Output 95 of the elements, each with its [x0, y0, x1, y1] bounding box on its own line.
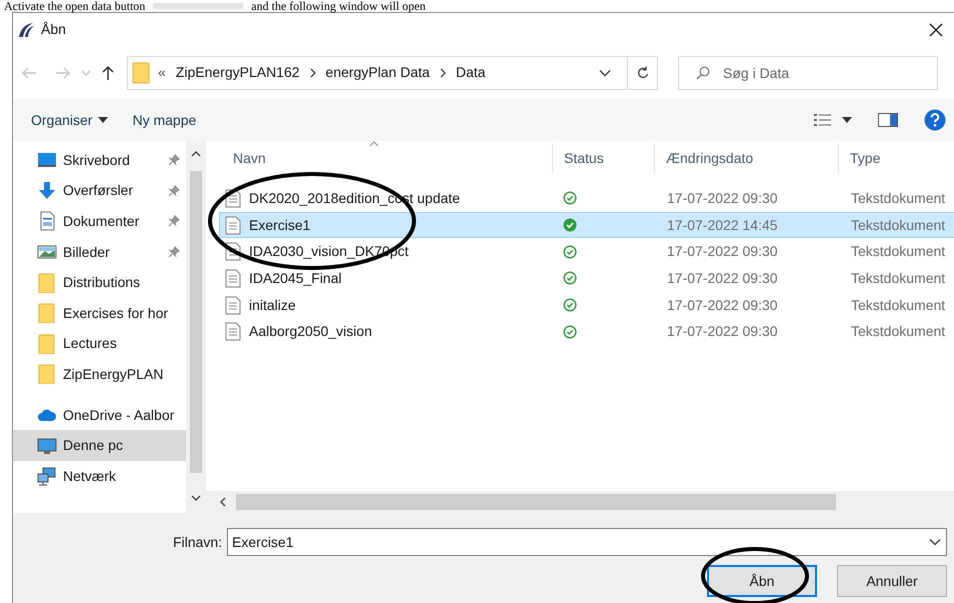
- caret-icon[interactable]: [842, 117, 852, 123]
- text-file-icon: [225, 216, 241, 235]
- breadcrumb-item[interactable]: energyPlan Data: [326, 62, 430, 83]
- text-file-icon: [225, 268, 241, 288]
- filename-field[interactable]: Exercise1: [227, 528, 948, 556]
- sidebar-item[interactable]: Billeder: [13, 236, 186, 268]
- date-cell-text: 17-07-2022 09:30: [666, 322, 779, 342]
- caret-icon: [98, 117, 108, 123]
- sync-check-icon: [563, 218, 577, 232]
- chevron-right-icon[interactable]: [310, 68, 316, 78]
- new-folder-button[interactable]: Ny mappe: [132, 110, 196, 130]
- sidebar-item[interactable]: OneDrive - Aalbor: [13, 400, 186, 430]
- preview-pane-icon[interactable]: [878, 113, 898, 127]
- search-field[interactable]: Søg i Data: [678, 56, 938, 90]
- scroll-left-icon[interactable]: [220, 497, 226, 507]
- scroll-up-icon[interactable]: [191, 151, 201, 157]
- intro-text: Activate the open data button: [4, 0, 146, 12]
- file-row[interactable]: IDA2045_Final 17-07-2022 09:30 Tekstdokument: [219, 265, 954, 292]
- sidebar-item[interactable]: Overførsler: [13, 176, 186, 206]
- sidebar-item[interactable]: ZipEnergyPLAN: [13, 359, 186, 390]
- pin-icon[interactable]: [168, 184, 180, 197]
- chevron-right-icon[interactable]: [440, 68, 446, 78]
- sync-check-icon: [563, 244, 577, 259]
- sync-check-icon: [563, 298, 577, 312]
- breadcrumb-item[interactable]: Data: [456, 62, 486, 83]
- scroll-down-icon[interactable]: [191, 495, 201, 501]
- view-options-icon[interactable]: [814, 113, 832, 127]
- file-row[interactable]: Exercise1 17-07-2022 14:45 Tekstdokument: [219, 212, 954, 238]
- column-header[interactable]: Navn: [222, 143, 552, 173]
- breadcrumb-item[interactable]: ZipEnergyPLAN162: [176, 62, 300, 83]
- date-cell-text: 17-07-2022 09:30: [666, 188, 779, 208]
- file-name: Aalborg2050_vision: [249, 322, 372, 342]
- sidebar-item[interactable]: Distributions: [13, 267, 186, 298]
- up-arrow-icon[interactable]: [101, 64, 115, 80]
- search-icon: [696, 66, 710, 80]
- sidebar-item[interactable]: Exercises for hor: [13, 298, 186, 329]
- column-header[interactable]: Type: [838, 143, 954, 173]
- cancel-button[interactable]: Annuller: [837, 565, 947, 597]
- sync-check-icon: [563, 191, 577, 206]
- pin-icon[interactable]: [168, 154, 180, 166]
- type-cell-text: Tekstdokument: [850, 268, 946, 288]
- file-name: IDA2045_Final: [249, 268, 342, 288]
- pin-icon[interactable]: [168, 246, 180, 258]
- folder-icon: [132, 62, 150, 84]
- intro-text: and the following window will open: [251, 0, 426, 12]
- column-header[interactable]: Status: [552, 143, 654, 173]
- app-logo-icon: [17, 22, 35, 38]
- date-cell-text: 17-07-2022 09:30: [666, 296, 779, 315]
- overflow-chevrons[interactable]: «: [158, 62, 166, 83]
- pin-icon[interactable]: [168, 215, 180, 228]
- sidebar-item[interactable]: Netværk: [13, 460, 186, 492]
- sort-caret-icon: [369, 141, 379, 147]
- sidebar-item[interactable]: Lectures: [13, 328, 186, 360]
- filename-label: Filnavn:: [173, 532, 222, 552]
- folder-icon: [37, 364, 57, 384]
- folder-icon: [37, 303, 57, 324]
- folder-icon: [37, 334, 57, 354]
- date-cell-text: 17-07-2022 09:30: [666, 268, 779, 288]
- organise-menu-button[interactable]: Organiser: [31, 110, 108, 130]
- close-icon: [929, 22, 943, 36]
- monitor-icon: [37, 436, 57, 456]
- text-file-icon: [225, 296, 241, 315]
- type-cell-text: Tekstdokument: [850, 188, 946, 208]
- file-row[interactable]: Aalborg2050_vision 17-07-2022 09:30 Tekstdokument: [219, 318, 954, 346]
- text-file-icon: [225, 322, 241, 342]
- refresh-button[interactable]: [628, 56, 658, 90]
- download-arrow-icon: [37, 180, 57, 201]
- scrollbar-thumb[interactable]: [190, 171, 202, 473]
- sidebar-item[interactable]: Denne pc: [13, 430, 186, 461]
- sync-check-icon: [563, 324, 577, 339]
- help-icon[interactable]: [924, 109, 946, 131]
- open-button[interactable]: Åbn: [707, 565, 817, 597]
- type-cell-text: Tekstdokument: [850, 216, 946, 235]
- scrollbar-thumb[interactable]: [236, 494, 836, 510]
- horizontal-scrollbar[interactable]: [206, 491, 954, 513]
- sidebar-item[interactable]: Skrivebord: [13, 145, 186, 176]
- date-cell-text: 17-07-2022 14:45: [666, 216, 779, 235]
- window-title: Åbn: [41, 20, 66, 39]
- column-header[interactable]: Ændringsdato: [654, 143, 838, 173]
- refresh-icon: [636, 66, 650, 80]
- vertical-scrollbar[interactable]: [186, 141, 206, 513]
- file-row[interactable]: initalize 17-07-2022 09:30 Tekstdokument: [219, 292, 954, 318]
- network-icon: [37, 466, 57, 486]
- sidebar-item[interactable]: Dokumenter: [13, 206, 186, 237]
- sync-check-icon: [563, 271, 577, 286]
- chevron-down-icon[interactable]: [929, 538, 942, 546]
- type-cell-text: Tekstdokument: [850, 322, 946, 342]
- file-name: initalize: [249, 296, 296, 315]
- file-name: Exercise1: [249, 216, 310, 235]
- date-cell-text: 17-07-2022 09:30: [666, 242, 779, 262]
- type-cell-text: Tekstdokument: [850, 296, 946, 315]
- address-bar[interactable]: « ZipEnergyPLAN162 energyPlan Data Data: [127, 56, 628, 90]
- chevron-down-icon[interactable]: [599, 68, 611, 76]
- type-cell-text: Tekstdokument: [850, 242, 946, 262]
- folder-icon: [37, 272, 57, 293]
